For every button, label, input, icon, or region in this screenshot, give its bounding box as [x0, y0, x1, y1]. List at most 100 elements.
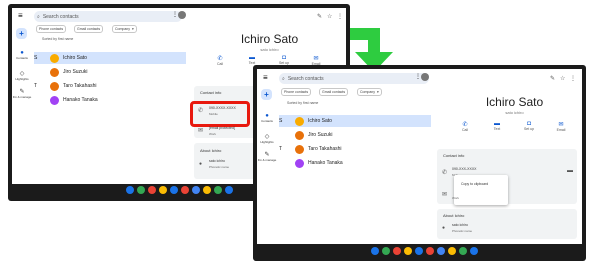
app-icon[interactable]: [459, 247, 467, 255]
contact-name: Hanako Tanaka: [63, 97, 98, 103]
setup-button[interactable]: ◘ Set up: [274, 55, 294, 65]
right-tablet: ≡ ⌕ Search contacts ⋮ Phone contacts Gma…: [253, 65, 586, 261]
about-value: sato ichiro: [209, 159, 225, 163]
filter-phone[interactable]: Phone contacts: [36, 25, 67, 33]
filter-gmail[interactable]: Gmail contacts: [319, 88, 349, 96]
filter-phone[interactable]: Phone contacts: [281, 88, 312, 96]
edit-icon[interactable]: ✎: [317, 13, 322, 20]
avatar: [295, 144, 304, 154]
create-contact-button[interactable]: +: [261, 89, 272, 100]
app-icon[interactable]: [371, 247, 379, 255]
copy-to-clipboard-option[interactable]: Copy to clipboard: [461, 182, 488, 186]
letter-header: T: [34, 83, 38, 89]
phone-row[interactable]: [190, 101, 250, 127]
more-icon[interactable]: ⋮: [337, 13, 343, 20]
taskbar-dock: [371, 247, 478, 255]
app-icon[interactable]: [393, 247, 401, 255]
copy-popup[interactable]: [454, 175, 508, 205]
app-icon[interactable]: [404, 247, 412, 255]
sidebar-item-fix[interactable]: ✎ Fix & manage: [257, 151, 277, 162]
search-placeholder: Search contacts: [42, 13, 79, 20]
contact-name: Taro Takahashi: [63, 83, 97, 89]
list-item[interactable]: Hanako Tanaka: [279, 157, 431, 169]
search-bar[interactable]: ⌕ Search contacts: [279, 73, 429, 84]
list-item[interactable]: T Taro Takahashi: [34, 80, 186, 92]
text-label: Text: [493, 127, 501, 131]
call-button[interactable]: ✆ Call: [455, 121, 475, 132]
contact-name: Jiro Suzuki: [308, 132, 333, 138]
app-icon[interactable]: [148, 186, 156, 194]
sidebar-item-highlights[interactable]: ◇ Highlights: [12, 70, 32, 81]
sidebar-item-contacts[interactable]: ● Contacts: [12, 50, 32, 60]
list-item[interactable]: S Ichiro Sato: [34, 52, 186, 64]
sidebar-highlights-label: Highlights: [15, 77, 29, 81]
phone-icon: ✆: [217, 56, 223, 62]
mail-icon: ✉: [442, 192, 448, 198]
list-item[interactable]: Jiro Suzuki: [279, 129, 431, 141]
list-item[interactable]: S Ichiro Sato: [279, 115, 431, 127]
filter-gmail[interactable]: Gmail contacts: [74, 25, 104, 33]
filter-phone-label: Phone contacts: [284, 90, 309, 94]
more-icon[interactable]: ⋮: [570, 75, 576, 82]
filter-company[interactable]: Company ▾: [357, 88, 382, 96]
text-button[interactable]: ▬ Text: [242, 55, 262, 65]
app-icon[interactable]: [137, 186, 145, 194]
edit-icon[interactable]: ✎: [550, 75, 555, 82]
app-icon[interactable]: [382, 247, 390, 255]
app-icon[interactable]: [437, 247, 445, 255]
mail-icon: ✉: [558, 122, 564, 128]
chevron-down-icon: ▾: [131, 27, 134, 31]
filter-company[interactable]: Company ▾: [112, 25, 137, 33]
list-item[interactable]: Hanako Tanaka: [34, 94, 186, 106]
text-button[interactable]: ▬ Text: [487, 121, 507, 131]
app-icon[interactable]: [159, 186, 167, 194]
setup-label: Set up: [523, 127, 535, 131]
phone-number[interactable]: 090-XXX-XXXX: [452, 167, 477, 171]
app-icon[interactable]: [214, 186, 222, 194]
contact-name: Ichiro Sato: [308, 118, 332, 124]
search-bar[interactable]: ⌕ Search contacts: [34, 11, 182, 22]
app-icon[interactable]: [426, 247, 434, 255]
contact-name: Taro Takahashi: [308, 146, 342, 152]
app-icon[interactable]: [225, 186, 233, 194]
mail-icon: ✉: [198, 128, 204, 134]
avatar[interactable]: [178, 11, 186, 19]
app-icon[interactable]: [126, 186, 134, 194]
app-icon[interactable]: [203, 186, 211, 194]
email-address[interactable]: [email protected]: [209, 126, 235, 130]
call-button[interactable]: ✆ Call: [210, 55, 230, 66]
email-label: Email: [556, 128, 566, 132]
avatar: [295, 116, 304, 126]
call-label: Call: [216, 62, 224, 66]
phone-icon: ✆: [462, 122, 468, 128]
app-icon[interactable]: [181, 186, 189, 194]
person-icon: ●: [442, 225, 446, 231]
about-title: About Ichiro: [443, 213, 465, 218]
sidebar-fix-label: Fix & manage: [12, 95, 32, 99]
chevron-down-icon: ▾: [376, 90, 379, 94]
sidebar-item-highlights[interactable]: ◇ Highlights: [257, 133, 277, 144]
list-item[interactable]: T Taro Takahashi: [279, 143, 431, 155]
search-icon: ⌕: [37, 13, 40, 20]
app-icon[interactable]: [170, 186, 178, 194]
setup-button[interactable]: ◘ Set up: [519, 121, 539, 131]
app-icon[interactable]: [448, 247, 456, 255]
app-icon[interactable]: [415, 247, 423, 255]
star-icon[interactable]: ☆: [327, 13, 332, 20]
app-icon[interactable]: [470, 247, 478, 255]
app-icon[interactable]: [192, 186, 200, 194]
letter-header: S: [279, 118, 283, 124]
email-button[interactable]: ✉ Email: [551, 121, 571, 132]
avatar: [50, 67, 59, 77]
sidebar-item-contacts[interactable]: ● Contacts: [257, 113, 277, 123]
contact-name-title: Ichiro Sato: [240, 32, 299, 46]
sidebar-item-fix[interactable]: ✎ Fix & manage: [12, 88, 32, 99]
list-item[interactable]: Jiro Suzuki: [34, 66, 186, 78]
phone-icon: ✆: [198, 108, 204, 114]
sort-label: Sorted by first name: [287, 101, 319, 105]
create-contact-button[interactable]: +: [16, 28, 27, 39]
menu-icon[interactable]: ≡: [263, 73, 268, 82]
avatar[interactable]: [421, 73, 429, 81]
message-icon[interactable]: ▬: [567, 168, 573, 174]
star-icon[interactable]: ☆: [560, 75, 565, 82]
